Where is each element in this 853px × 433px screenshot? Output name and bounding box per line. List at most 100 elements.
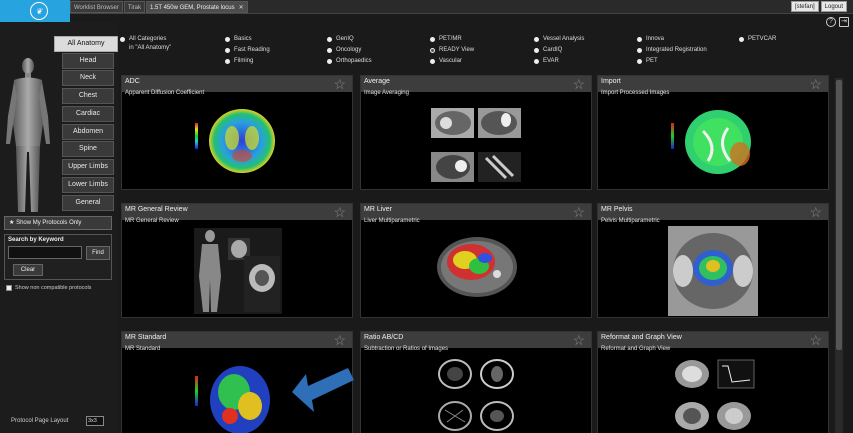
card-description: Subtraction or Ratios of Images — [364, 346, 449, 352]
category-all[interactable]: All Categories in "All Anatomy" — [120, 36, 171, 51]
category-label: Vascular — [439, 58, 462, 64]
category-innova[interactable]: Innova — [637, 36, 664, 42]
favorite-star-icon[interactable]: ☆ — [333, 77, 346, 91]
category-label: Orthopaedics — [336, 58, 372, 64]
radio-dot — [637, 48, 642, 53]
protocol-card-mr-pelvis[interactable]: MR Pelvis Pelvis Multiparametric ☆ — [597, 203, 829, 318]
category-filming[interactable]: Filming — [225, 58, 253, 64]
radio-dot — [225, 37, 230, 42]
region-neck[interactable]: Neck — [62, 70, 114, 86]
logout-button[interactable]: Logout — [820, 1, 847, 12]
category-petvcar[interactable]: PETVCAR — [739, 36, 776, 42]
favorite-star-icon[interactable]: ☆ — [809, 77, 822, 91]
compat-toggle[interactable]: Show non compatible protocols — [6, 285, 91, 291]
favorite-star-icon[interactable]: ☆ — [333, 205, 346, 219]
tab-worklist-browser[interactable]: Worklist Browser — [70, 1, 123, 13]
favorite-star-icon[interactable]: ☆ — [809, 333, 822, 347]
card-description: Pelvis Multiparametric — [601, 218, 660, 224]
region-general[interactable]: General — [62, 195, 114, 211]
user-area: [stefan] Logout — [790, 1, 847, 12]
category-ready-view[interactable]: READY View — [430, 47, 474, 53]
category-vessel-analysis[interactable]: Vessel Analysis — [534, 36, 584, 42]
body-review-thumbnail — [194, 228, 282, 314]
favorite-star-icon[interactable]: ☆ — [809, 205, 822, 219]
protocol-card-mr-general-review[interactable]: MR General Review MR General Review ☆ — [121, 203, 353, 318]
category-label: Innova — [646, 36, 665, 42]
find-button[interactable]: Find — [86, 246, 110, 260]
tab-protocol-session[interactable]: 1.5T 450w GEM, Prostate locus ✕ — [146, 1, 248, 13]
category-pet-mr[interactable]: PET/MR — [430, 36, 462, 42]
radio-dot — [637, 37, 642, 42]
category-cardiq[interactable]: CardIQ — [534, 47, 562, 53]
compat-label: Show non compatible protocols — [15, 285, 92, 291]
category-geniq[interactable]: GenIQ — [327, 36, 354, 42]
left-panel: All Anatomy Head Neck Chest Cardiac Abdo… — [0, 22, 118, 433]
exit-icon[interactable]: ⇥ — [839, 17, 849, 27]
category-integrated-registration[interactable]: Integrated Registration — [637, 47, 707, 53]
search-label: Search by Keyword — [8, 237, 64, 243]
category-oncology[interactable]: Oncology — [327, 47, 361, 53]
protocol-card-mr-liver[interactable]: MR Liver Liver Multiparametric ☆ — [360, 203, 592, 318]
card-description: Apparent Diffusion Coefficient — [125, 90, 205, 96]
card-description: Liver Multiparametric — [364, 218, 420, 224]
compat-checkbox[interactable] — [6, 285, 12, 291]
scrollbar-thumb[interactable] — [836, 80, 842, 350]
category-label: Fast Reading — [234, 47, 270, 53]
favorite-star-icon[interactable]: ☆ — [333, 333, 346, 347]
region-spine[interactable]: Spine — [62, 141, 114, 157]
region-chest[interactable]: Chest — [62, 88, 114, 104]
category-basics[interactable]: Basics — [225, 36, 252, 42]
category-orthopaedics[interactable]: Orthopaedics — [327, 58, 372, 64]
tab-protocol-label: 1.5T 450w GEM, Prostate locus — [150, 5, 235, 11]
category-vascular[interactable]: Vascular — [430, 58, 462, 64]
category-label: All Categories — [129, 36, 167, 42]
card-description: Image Averaging — [364, 90, 409, 96]
category-label: PET — [646, 58, 658, 64]
region-cardiac[interactable]: Cardiac — [62, 106, 114, 122]
help-icon[interactable]: ? — [826, 17, 836, 27]
protocol-card-ratio[interactable]: Ratio AB/CD Subtraction or Ratios of Ima… — [360, 331, 592, 433]
category-fast-reading[interactable]: Fast Reading — [225, 47, 270, 53]
category-label: Oncology — [336, 47, 362, 53]
radio-dot — [120, 37, 125, 42]
protocol-card-reformat-graph[interactable]: Reformat and Graph View Reformat and Gra… — [597, 331, 829, 433]
category-label: GenIQ — [336, 36, 354, 42]
radio-dot — [430, 37, 435, 42]
favorite-star-icon[interactable]: ☆ — [572, 333, 585, 347]
protocol-card-import[interactable]: Import Import Processed Images ☆ — [597, 75, 829, 190]
protocol-card-average[interactable]: Average Image Averaging ☆ — [360, 75, 592, 190]
region-abdomen[interactable]: Abdomen — [62, 124, 114, 140]
card-title: ADC — [125, 78, 140, 85]
category-sublabel: in "All Anatomy" — [129, 45, 172, 51]
show-my-protocols-button[interactable]: ★ Show My Protocols Only — [4, 216, 112, 230]
favorite-star-icon[interactable]: ☆ — [572, 77, 585, 91]
favorite-star-icon[interactable]: ☆ — [572, 205, 585, 219]
category-label: Filming — [234, 58, 254, 64]
category-label: Vessel Analysis — [543, 36, 585, 42]
card-description: MR General Review — [125, 218, 179, 224]
category-label: Basics — [234, 36, 252, 42]
protocol-scrollbar[interactable] — [835, 78, 843, 433]
region-lower-limbs[interactable]: Lower Limbs — [62, 177, 114, 193]
layout-select[interactable]: 3x3 — [86, 416, 104, 426]
card-title: MR General Review — [125, 206, 188, 213]
brain-color-thumbnail — [195, 366, 270, 433]
search-input[interactable] — [8, 246, 82, 259]
clear-button[interactable]: Clear — [13, 264, 43, 276]
category-label: READY View — [439, 47, 475, 53]
region-head[interactable]: Head — [62, 53, 114, 69]
layout-label: Protocol Page Layout — [11, 418, 69, 424]
close-icon[interactable]: ✕ — [239, 5, 244, 11]
tab-tirak[interactable]: Tirak — [123, 1, 146, 13]
body-figure-icon[interactable] — [4, 56, 52, 216]
liver-map-thumbnail — [437, 237, 517, 297]
card-description: Import Processed Images — [601, 90, 670, 96]
category-evar[interactable]: EVAR — [534, 58, 559, 64]
region-all-anatomy[interactable]: All Anatomy — [54, 36, 118, 52]
region-upper-limbs[interactable]: Upper Limbs — [62, 159, 114, 175]
card-title: MR Liver — [364, 206, 393, 213]
radio-dot — [637, 59, 642, 64]
protocol-card-adc[interactable]: ADC Apparent Diffusion Coefficient ☆ — [121, 75, 353, 190]
category-pet[interactable]: PET — [637, 58, 658, 64]
category-label: Integrated Registration — [646, 47, 707, 53]
